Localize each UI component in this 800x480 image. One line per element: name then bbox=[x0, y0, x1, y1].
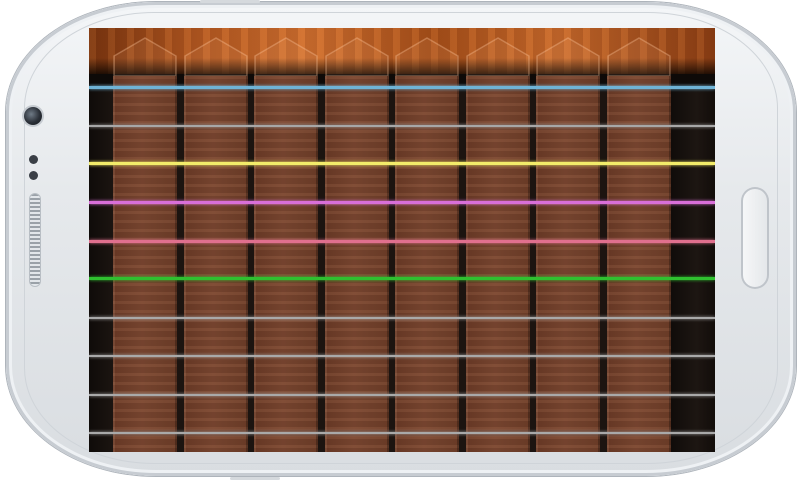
string-7[interactable] bbox=[89, 317, 715, 319]
guitar-screen[interactable] bbox=[89, 28, 715, 452]
light-sensor-icon bbox=[29, 171, 38, 180]
power-key bbox=[200, 0, 260, 3]
fret-tip-icon bbox=[254, 37, 318, 76]
string-3[interactable] bbox=[89, 162, 715, 165]
fretboard-right-edge bbox=[669, 84, 715, 452]
string-8[interactable] bbox=[89, 355, 715, 357]
string-10[interactable] bbox=[89, 432, 715, 434]
fret-tip-icon bbox=[325, 37, 389, 76]
fret-tip-icon bbox=[466, 37, 530, 76]
fret-tip-icon bbox=[184, 37, 248, 76]
string-5[interactable] bbox=[89, 240, 715, 243]
home-button[interactable] bbox=[741, 187, 769, 289]
string-1[interactable] bbox=[89, 86, 715, 89]
string-4[interactable] bbox=[89, 201, 715, 204]
proximity-sensor-icon bbox=[29, 155, 38, 164]
string-6[interactable] bbox=[89, 277, 715, 280]
string-2[interactable] bbox=[89, 125, 715, 127]
fret-tip-icon bbox=[607, 37, 671, 76]
front-camera-icon bbox=[24, 107, 42, 125]
fret-tip-icon bbox=[395, 37, 459, 76]
string-9[interactable] bbox=[89, 394, 715, 396]
fret-tip-icon bbox=[536, 37, 600, 76]
speaker-grille-icon bbox=[30, 194, 40, 286]
fret-tip-icon bbox=[113, 37, 177, 76]
